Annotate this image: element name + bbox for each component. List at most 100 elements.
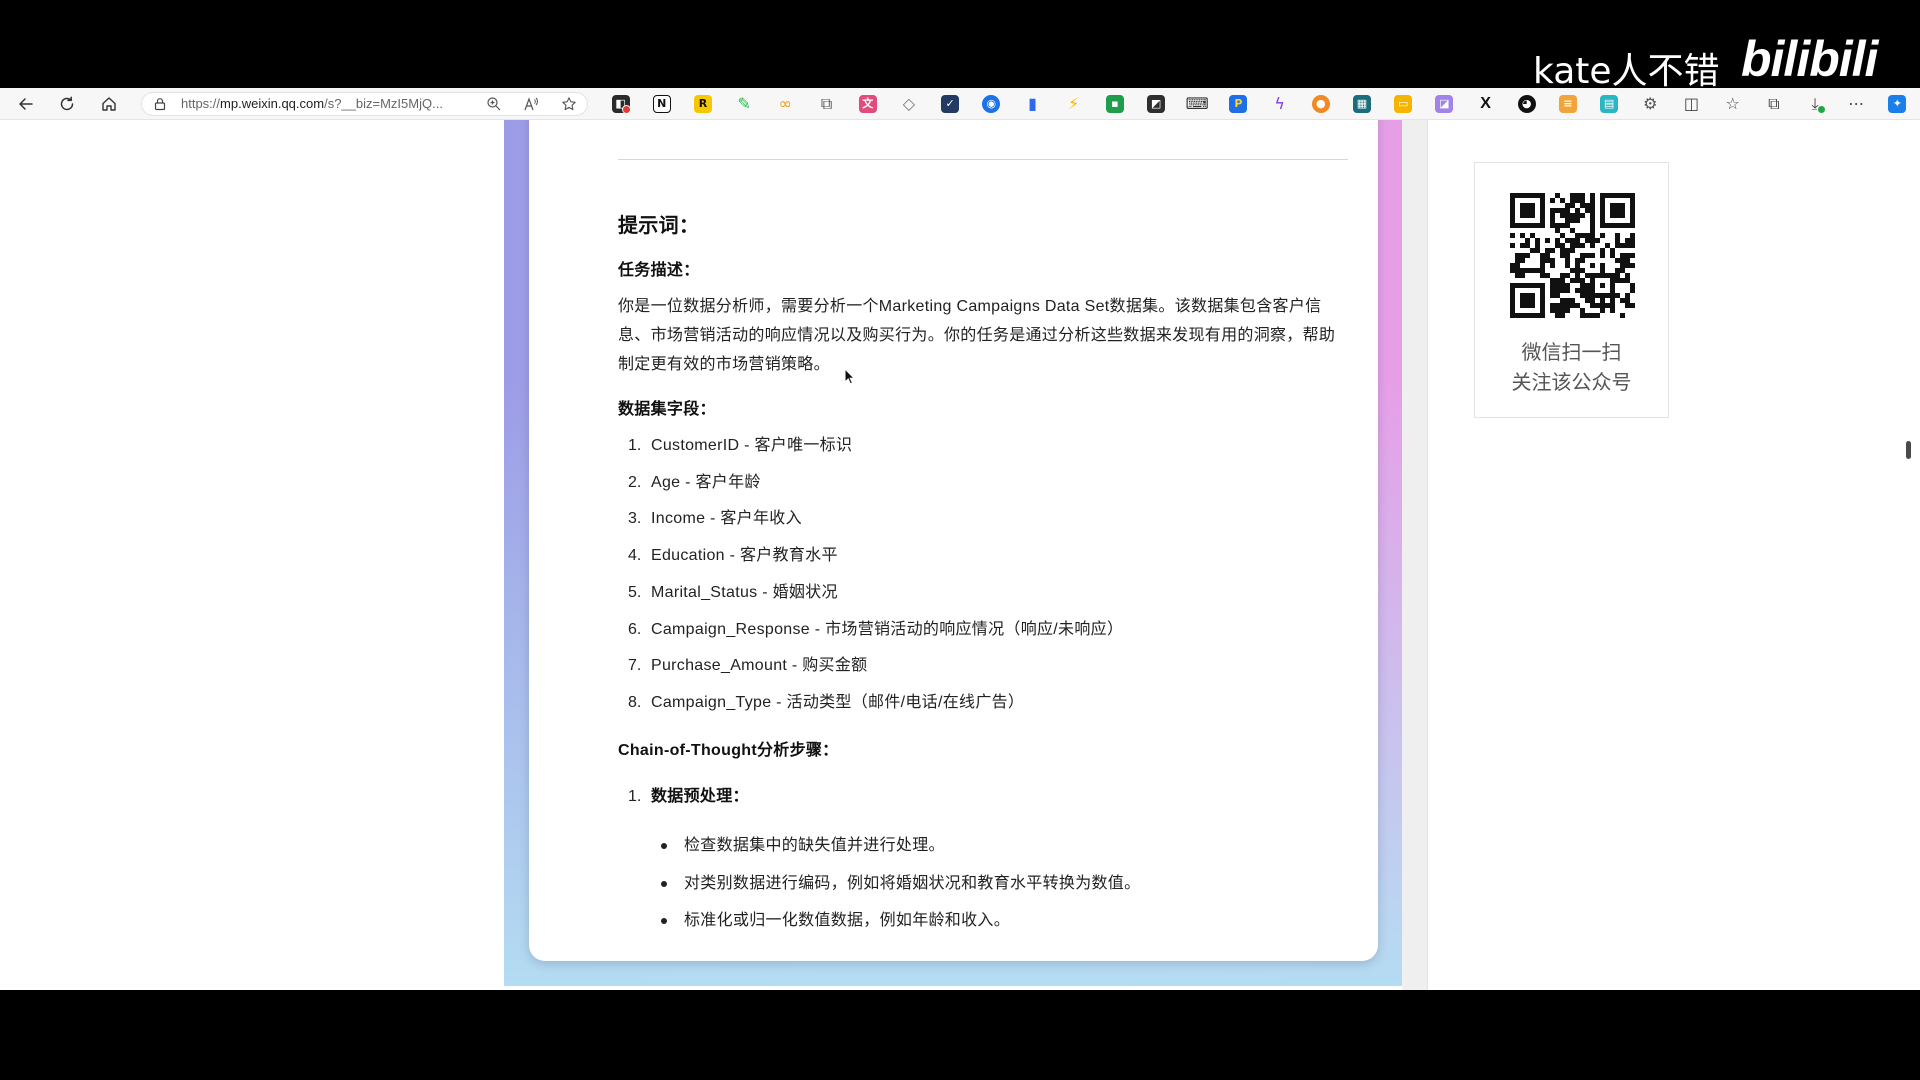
x-icon-glyph: X [1480,95,1491,112]
qr-code[interactable] [1510,193,1635,318]
list-number: 4. [628,547,642,565]
qr-follow-card: 微信扫一扫 关注该公众号 [1474,162,1669,418]
url-path: /s?__biz=MzI5MjQ... [324,96,443,111]
split-screen-icon-glyph: ◫ [1683,94,1700,113]
list-item: Education - 客户教育水平 [651,547,838,565]
address-bar[interactable]: https://mp.weixin.qq.com/s?__biz=MzI5MjQ… [141,92,588,116]
list-item: Campaign_Type - 活动类型（邮件/电话/在线广告） [651,693,1025,711]
refresh-icon[interactable] [58,95,76,113]
globe-icon-glyph: ◉ [982,95,1001,113]
list-number: 1. [628,437,642,454]
orange-note-icon-glyph: ≡ [1558,95,1577,113]
globe-icon[interactable]: ◉ [971,88,1012,120]
divider [618,159,1348,160]
step-title: 数据预处理： [651,788,749,805]
lock-icon[interactable] [153,97,167,111]
bullet-dot [661,918,667,924]
bar-chart-icon[interactable]: ▮ [1012,88,1053,120]
list-number: 2. [628,473,642,491]
more-icon-glyph: ⋯ [1848,94,1865,113]
url-text[interactable]: https://mp.weixin.qq.com/s?__biz=MzI5MjQ… [181,93,443,115]
copilot-icon[interactable]: ✦ [1877,88,1918,120]
prompt-heading: 提示词： [618,215,700,237]
extensions-icon-glyph: ⚙ [1643,94,1658,113]
task-label: 任务描述： [618,262,700,279]
x-icon[interactable]: X [1465,88,1506,120]
cyan-square-icon-glyph: ▤ [1600,95,1619,113]
dark-tile-icon-glyph: ◩ [1147,95,1166,113]
translate-icon[interactable]: 文 [847,88,888,120]
green-pen-icon[interactable]: ✎ [724,88,765,120]
list-item: Purchase_Amount - 购买金额 [651,657,868,675]
orange-circle-icon[interactable]: ● [1300,88,1341,120]
orange-circle-icon-glyph: ● [1311,95,1330,113]
cot-label: Chain-of-Thought分析步骤： [618,742,839,759]
collections-icon[interactable]: ⧉ [1753,88,1794,120]
fields-label: 数据集字段： [618,401,716,418]
favorite-star-icon[interactable] [561,96,577,112]
bullet-item: 标准化或归一化数值数据，例如年龄和收入。 [684,912,1011,929]
copilot-icon-glyph: ✦ [1888,95,1907,113]
list-number: 8. [628,693,642,711]
article-card [529,120,1378,961]
extension-dark-badge-icon[interactable]: ◧ [600,88,641,120]
green-square-icon[interactable]: ▪ [1094,88,1135,120]
content-edge [1402,120,1428,990]
purple-icon[interactable]: ϟ [1259,88,1300,120]
qr-caption: 微信扫一扫 [1521,340,1622,364]
copy-icon-glyph: ⧉ [820,94,833,113]
shield-icon[interactable]: ◇ [888,88,929,120]
downloads-icon[interactable]: ⤓ [1794,88,1835,120]
mouse-cursor-icon [844,367,856,391]
keyboard-icon[interactable]: ⌨ [1177,88,1218,120]
list-item: Marital_Status - 婚姻状况 [651,583,838,601]
purple-square-icon[interactable]: ◪ [1424,88,1465,120]
task-line: 你是一位数据分析师，需要分析一个Marketing Campaigns Data… [618,298,1322,315]
task-line: 息、市场营销活动的响应情况以及购买行为。你的任务是通过分析这些数据来发现有用的洞… [618,327,1336,344]
yellow-folder-icon-glyph: ▭ [1394,95,1413,113]
orange-link-icon-glyph: ∞ [778,94,792,113]
bullet-dot [661,880,667,887]
blue-yellow-icon[interactable]: P [1218,88,1259,120]
green-pen-icon-glyph: ✎ [737,94,751,113]
copy-icon[interactable]: ⧉ [806,88,847,120]
qr-caption: 关注该公众号 [1511,370,1632,394]
dark-tile-icon[interactable]: ◩ [1135,88,1176,120]
translate-icon-glyph: 文 [858,95,877,113]
favorites-icon-glyph: ☆ [1725,94,1740,113]
teal-square-icon[interactable]: ▦ [1341,88,1382,120]
page-content: 提示词： 任务描述： 你是一位数据分析师，需要分析一个Marketing Cam… [0,120,1920,990]
r-extension-icon-glyph: R [693,95,712,113]
list-item: CustomerID - 客户唯一标识 [651,437,853,454]
screen: https://mp.weixin.qq.com/s?__biz=MzI5MjQ… [0,0,1920,1080]
back-arrow-icon[interactable] [17,95,35,113]
bar-chart-icon-glyph: ▮ [1028,94,1037,113]
blue-yellow-icon-glyph: P [1229,95,1248,113]
github-icon-glyph: ◕ [1517,95,1536,113]
list-item: Income - 客户年收入 [651,510,802,528]
bullet-item: 对类别数据进行编码，例如将婚姻状况和教育水平转换为数值。 [684,874,1141,892]
list-number: 3. [628,510,642,528]
notion-icon[interactable]: N [641,88,682,120]
home-icon[interactable] [100,95,118,113]
lightning-icon[interactable]: ⚡ [1053,88,1094,120]
dark-square-icon[interactable]: ✓ [930,88,971,120]
more-icon[interactable]: ⋯ [1836,88,1877,120]
teal-square-icon-glyph: ▦ [1352,95,1371,113]
purple-square-icon-glyph: ◪ [1435,95,1454,113]
r-extension-icon[interactable]: R [682,88,723,120]
list-number: 6. [628,620,642,638]
read-aloud-icon[interactable] [523,96,539,112]
watermark-uploader: kate人不错 [1533,51,1720,92]
yellow-folder-icon[interactable]: ▭ [1383,88,1424,120]
dark-square-icon-glyph: ✓ [941,95,960,113]
status-badge [622,105,632,114]
collections-icon-glyph: ⧉ [1768,94,1780,113]
status-badge [1816,105,1826,114]
list-number: 7. [628,657,642,675]
zoom-icon[interactable] [486,96,502,112]
list-item: Campaign_Response - 市场营销活动的响应情况（响应/未响应） [651,620,1124,638]
keyboard-icon-glyph: ⌨ [1185,94,1209,113]
orange-link-icon[interactable]: ∞ [765,88,806,120]
scrollbar-thumb[interactable] [1906,441,1911,459]
